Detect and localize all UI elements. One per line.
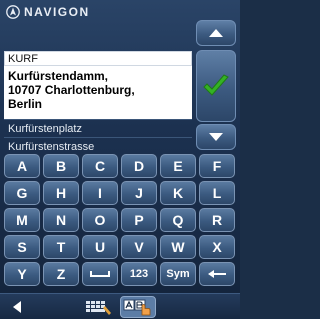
list-item[interactable]: Kurfürstenplatz	[4, 119, 192, 137]
scroll-down-button[interactable]	[196, 124, 236, 150]
key-m[interactable]: M	[4, 208, 40, 232]
key-c[interactable]: C	[82, 154, 118, 178]
key-v[interactable]: V	[121, 235, 157, 259]
key-e[interactable]: E	[160, 154, 196, 178]
key-f[interactable]: F	[199, 154, 235, 178]
checkmark-icon	[203, 74, 229, 96]
key-x[interactable]: X	[199, 235, 235, 259]
key-p[interactable]: P	[121, 208, 157, 232]
space-key[interactable]	[82, 262, 118, 286]
chevron-up-icon	[209, 29, 223, 37]
abc-mode-button[interactable]	[120, 296, 156, 318]
navigon-arrow-icon	[6, 5, 20, 19]
numbers-key[interactable]: 123	[121, 262, 157, 286]
back-arrow-icon	[13, 301, 21, 313]
backspace-key[interactable]	[199, 262, 235, 286]
key-q[interactable]: Q	[160, 208, 196, 232]
brand-name: NAVIGON	[24, 5, 90, 19]
key-s[interactable]: S	[4, 235, 40, 259]
selected-result[interactable]: Kurfürstendamm, 10707 Charlottenburg, Be…	[4, 66, 192, 119]
keyboard-mode-button[interactable]	[84, 297, 114, 317]
symbols-key[interactable]: Sym	[160, 262, 196, 286]
key-h[interactable]: H	[43, 181, 79, 205]
key-g[interactable]: G	[4, 181, 40, 205]
bottom-toolbar	[0, 293, 240, 319]
navigon-logo: NAVIGON	[6, 5, 90, 19]
search-input[interactable]: KURF	[4, 51, 192, 66]
key-y[interactable]: Y	[4, 262, 40, 286]
selected-result-line: Berlin	[8, 97, 43, 111]
confirm-button[interactable]	[196, 50, 236, 122]
key-w[interactable]: W	[160, 235, 196, 259]
backspace-arrow-icon	[208, 270, 226, 278]
key-d[interactable]: D	[121, 154, 157, 178]
keyboard: A B C D E F G H I J K L M N O P Q R S T …	[4, 154, 236, 286]
back-button[interactable]	[6, 298, 28, 316]
key-b[interactable]: B	[43, 154, 79, 178]
scroll-up-button[interactable]	[196, 20, 236, 46]
key-l[interactable]: L	[199, 181, 235, 205]
key-z[interactable]: Z	[43, 262, 79, 286]
key-a[interactable]: A	[4, 154, 40, 178]
key-o[interactable]: O	[82, 208, 118, 232]
keyboard-icon	[86, 301, 111, 315]
key-r[interactable]: R	[199, 208, 235, 232]
key-t[interactable]: T	[43, 235, 79, 259]
key-i[interactable]: I	[82, 181, 118, 205]
chevron-down-icon	[209, 133, 223, 141]
key-k[interactable]: K	[160, 181, 196, 205]
space-icon	[90, 271, 110, 277]
key-n[interactable]: N	[43, 208, 79, 232]
abc-touch-icon	[123, 299, 151, 316]
selected-result-line: 10707 Charlottenburg,	[8, 83, 135, 97]
list-item[interactable]: Kurfürstenstrasse	[4, 137, 192, 155]
selected-result-line: Kurfürstendamm,	[8, 69, 109, 83]
screen: NAVIGON KURF Kurfürstendamm, 10707 Charl…	[0, 0, 240, 319]
header: NAVIGON	[0, 0, 192, 24]
key-u[interactable]: U	[82, 235, 118, 259]
key-j[interactable]: J	[121, 181, 157, 205]
result-list: Kurfürstendamm, 10707 Charlottenburg, Be…	[4, 66, 192, 155]
